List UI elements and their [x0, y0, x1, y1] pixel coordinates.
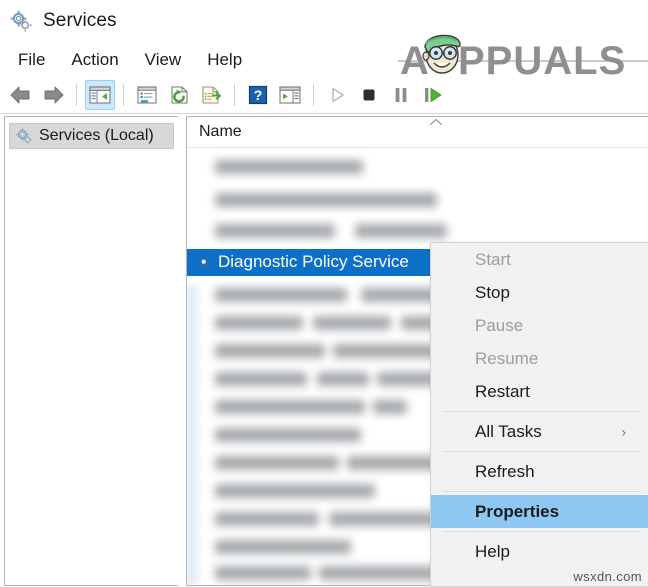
list-item[interactable]	[215, 456, 339, 470]
context-menu-resume[interactable]: Resume	[431, 342, 648, 375]
stop-service-icon	[363, 89, 375, 100]
list-item[interactable]	[215, 193, 437, 207]
context-menu-all-tasks-label: All Tasks	[475, 421, 542, 441]
context-menu-restart[interactable]: Restart	[431, 375, 648, 408]
list-item[interactable]	[317, 372, 369, 386]
show-hide-console-tree-icon	[89, 85, 111, 104]
toolbar-refresh-button[interactable]	[164, 80, 194, 110]
menu-view[interactable]: View	[132, 48, 195, 72]
toolbar-properties-button[interactable]	[132, 80, 162, 110]
list-item[interactable]	[215, 344, 325, 358]
list-item[interactable]	[215, 224, 335, 238]
context-menu-separator-3	[443, 491, 640, 492]
properties-icon	[137, 85, 157, 104]
show-action-pane-icon	[279, 85, 301, 104]
list-item[interactable]	[215, 566, 311, 580]
list-item[interactable]	[215, 540, 351, 554]
menu-bar: File Action View Help	[0, 44, 648, 76]
context-menu-all-tasks[interactable]: All Tasks ›	[431, 415, 648, 448]
toolbar-separator-3	[234, 83, 235, 106]
list-item[interactable]	[313, 316, 391, 330]
console-tree-pane: Services (Local)	[4, 116, 178, 586]
context-menu-start-label: Start	[475, 249, 511, 269]
list-item[interactable]	[215, 512, 319, 526]
context-menu-pause[interactable]: Pause	[431, 309, 648, 342]
pane-splitter[interactable]	[178, 116, 186, 586]
toolbar-forward-button[interactable]	[38, 80, 68, 110]
start-service-icon	[332, 87, 344, 102]
list-item[interactable]	[215, 160, 363, 174]
context-menu-stop-label: Stop	[475, 282, 510, 302]
context-menu-stop[interactable]: Stop	[431, 276, 648, 309]
toolbar: ?	[0, 76, 648, 114]
service-gear-icon	[195, 253, 212, 270]
list-selection-gradient	[187, 285, 203, 585]
context-menu-refresh-label: Refresh	[475, 461, 535, 481]
toolbar-show-tree-button[interactable]	[85, 79, 115, 110]
back-arrow-icon	[10, 86, 30, 103]
gears-icon	[16, 128, 32, 144]
toolbar-separator-2	[123, 83, 124, 106]
list-item[interactable]	[319, 566, 443, 580]
context-menu-refresh[interactable]: Refresh	[431, 455, 648, 488]
context-menu-properties[interactable]: Properties	[431, 495, 648, 528]
column-header-name[interactable]: Name	[199, 123, 242, 141]
site-watermark: wsxdn.com	[573, 569, 642, 584]
window-title: Services	[43, 10, 117, 31]
context-menu: Start Stop Pause Resume Restart All Task…	[430, 242, 648, 587]
restart-service-icon	[425, 87, 442, 102]
menu-action[interactable]: Action	[58, 48, 131, 72]
services-window: Services File Action View Help ? Service…	[0, 0, 648, 587]
pause-service-icon	[395, 87, 407, 102]
help-question-icon: ?	[248, 85, 268, 104]
toolbar-back-button[interactable]	[6, 80, 36, 110]
toolbar-separator-1	[76, 83, 77, 106]
list-item[interactable]	[215, 400, 365, 414]
list-item[interactable]	[373, 400, 407, 414]
menu-help[interactable]: Help	[194, 48, 255, 72]
forward-arrow-icon	[44, 86, 64, 103]
toolbar-stop-service-button[interactable]	[354, 80, 384, 110]
title-bar: Services	[0, 0, 648, 42]
toolbar-separator-4	[313, 83, 314, 106]
context-menu-properties-label: Properties	[475, 501, 560, 521]
context-menu-help[interactable]: Help	[431, 535, 648, 568]
toolbar-restart-service-button[interactable]	[418, 80, 448, 110]
list-item-selected-label: Diagnostic Policy Service	[218, 252, 409, 271]
list-item[interactable]	[355, 224, 447, 238]
context-menu-pause-label: Pause	[475, 315, 524, 335]
gears-icon	[10, 10, 32, 32]
ascending-chevron-icon	[429, 118, 443, 126]
context-menu-help-label: Help	[475, 541, 510, 561]
svg-text:?: ?	[254, 87, 263, 103]
sidebar-item-services-local[interactable]: Services (Local)	[9, 123, 174, 149]
context-menu-separator-1	[443, 411, 640, 412]
menu-file[interactable]: File	[5, 48, 58, 72]
context-menu-start[interactable]: Start	[431, 243, 648, 276]
toolbar-export-list-button[interactable]	[196, 80, 226, 110]
context-menu-resume-label: Resume	[475, 348, 539, 368]
sidebar-item-label: Services (Local)	[39, 127, 154, 144]
toolbar-action-pane-button[interactable]	[275, 80, 305, 110]
toolbar-start-service-button[interactable]	[322, 80, 352, 110]
list-column-header: Name	[187, 117, 648, 148]
list-item[interactable]	[215, 288, 347, 302]
list-item[interactable]	[215, 372, 307, 386]
export-list-icon	[202, 85, 221, 104]
toolbar-pause-service-button[interactable]	[386, 80, 416, 110]
list-item[interactable]	[215, 316, 303, 330]
list-item[interactable]	[215, 484, 375, 498]
list-item[interactable]	[215, 428, 361, 442]
context-menu-separator-2	[443, 451, 640, 452]
refresh-icon	[171, 85, 188, 104]
toolbar-help-button[interactable]: ?	[243, 80, 273, 110]
context-menu-restart-label: Restart	[475, 381, 530, 401]
chevron-right-icon: ›	[621, 424, 626, 439]
context-menu-separator-4	[443, 531, 640, 532]
